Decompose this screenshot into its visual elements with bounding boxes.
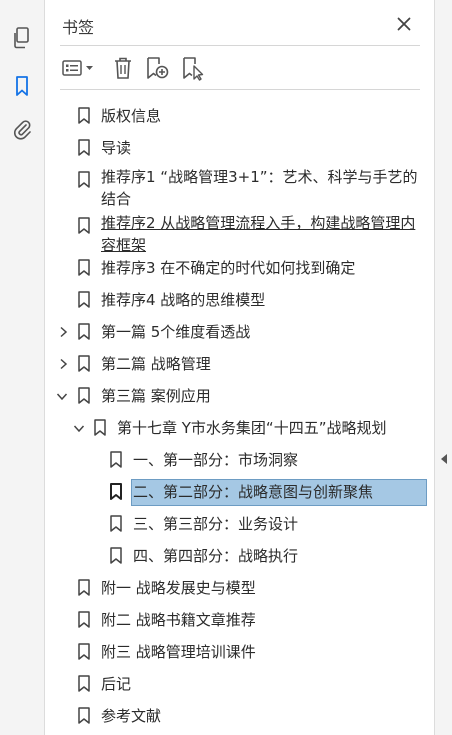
bookmark-item[interactable]: 第十七章 Y市水务集团“十四五”战略规划: [46, 412, 434, 444]
delete-bookmark-button[interactable]: [110, 54, 136, 82]
bookmark-item-icon: [94, 419, 106, 436]
bookmark-item[interactable]: 导读: [46, 132, 434, 164]
bookmark-item[interactable]: 附二 战略书籍文章推荐: [46, 604, 434, 636]
bookmark-item[interactable]: 三、第三部分：业务设计: [46, 508, 434, 540]
bookmark-item[interactable]: 推荐序4 战略的思维模型: [46, 284, 434, 316]
bookmark-item[interactable]: 后记: [46, 668, 434, 700]
bookmark-label: 导读: [101, 139, 132, 157]
close-button[interactable]: [392, 12, 416, 36]
bookmark-item-icon: [78, 387, 90, 404]
bookmark-select-icon: [183, 57, 204, 81]
bookmark-label: 二、第二部分：战略意图与创新聚焦: [131, 479, 427, 506]
panel-collapse-strip[interactable]: [434, 0, 452, 735]
bookmark-label: 一、第一部分：市场洞察: [133, 451, 299, 469]
bookmark-label: 参考文献: [101, 707, 162, 725]
bookmark-item-icon: [78, 611, 90, 628]
bookmark-label: 推荐序1 “战略管理3+1”：艺术、科学与手艺的结合: [101, 168, 418, 208]
bookmark-label: 附三 战略管理培训课件: [101, 643, 256, 661]
bookmark-label: 后记: [101, 675, 132, 693]
trash-icon: [115, 57, 131, 79]
bookmark-add-icon: [147, 57, 169, 79]
bookmark-item[interactable]: 推荐序3 在不确定的时代如何找到确定: [46, 252, 434, 284]
navigation-rail: [0, 0, 45, 735]
bookmark-item[interactable]: 版权信息: [46, 100, 434, 132]
bookmark-item[interactable]: 第三篇 案例应用: [46, 380, 434, 412]
bookmark-item-icon: [78, 139, 90, 156]
panel-title: 书签: [62, 18, 95, 37]
bookmark-item[interactable]: 附一 战略发展史与模型: [46, 572, 434, 604]
bookmarks-toolbar: [46, 50, 434, 86]
chevron-down-icon[interactable]: [55, 389, 69, 403]
collapse-left-icon[interactable]: [439, 452, 449, 466]
bookmark-label: 第二篇 战略管理: [101, 355, 211, 373]
bookmark-item[interactable]: 第一篇 5个维度看透战: [46, 316, 434, 348]
bookmark-item-selected[interactable]: 二、第二部分：战略意图与创新聚焦: [46, 476, 434, 508]
paperclip-icon[interactable]: [8, 116, 36, 144]
chevron-down-icon[interactable]: [72, 421, 86, 435]
bookmark-label: 附一 战略发展史与模型: [101, 579, 256, 597]
bookmark-item-icon: [78, 259, 90, 276]
bookmark-item[interactable]: 附三 战略管理培训课件: [46, 636, 434, 668]
bookmark-label: 版权信息: [101, 107, 162, 125]
bookmark-item-icon: [78, 323, 90, 340]
chevron-right-icon[interactable]: [56, 357, 70, 371]
bookmark-item-icon: [78, 291, 90, 308]
bookmark-item[interactable]: 第二篇 战略管理: [46, 348, 434, 380]
bookmark-item-icon: [78, 107, 90, 124]
bookmark-item[interactable]: 参考文献: [46, 700, 434, 732]
new-bookmark-from-selection-button[interactable]: [179, 54, 207, 82]
bookmark-item-icon: [78, 579, 90, 596]
bookmark-label: 附二 战略书籍文章推荐: [101, 611, 256, 629]
bookmark-label: 四、第四部分：战略执行: [133, 547, 299, 565]
chevron-right-icon[interactable]: [56, 325, 70, 339]
bookmark-item-icon: [110, 483, 122, 500]
close-icon: [397, 17, 411, 31]
bookmark-item-icon: [78, 675, 90, 692]
new-bookmark-button[interactable]: [143, 54, 171, 82]
options-menu-button[interactable]: [60, 54, 96, 82]
bookmark-item-icon: [110, 451, 122, 468]
bookmark-label: 第三篇 案例应用: [101, 387, 211, 405]
list-options-icon: [62, 60, 93, 76]
bookmark-item[interactable]: 推荐序1 “战略管理3+1”：艺术、科学与手艺的结合: [46, 164, 434, 210]
bookmark-item-icon: [110, 515, 122, 532]
bookmarks-panel: 书签 版权信息 导读 推荐序1 “战略管理3+1”：艺术、科学与手艺的结合 推荐…: [46, 0, 434, 735]
header-divider: [60, 45, 420, 46]
bookmark-label: 推荐序2 从战略管理流程入手，构建战略管理内容框架: [101, 214, 416, 254]
bookmark-label: 推荐序4 战略的思维模型: [101, 291, 266, 309]
bookmark-item-icon: [78, 217, 90, 234]
bookmark-item[interactable]: 一、第一部分：市场洞察: [46, 444, 434, 476]
bookmark-label: 第一篇 5个维度看透战: [101, 323, 251, 341]
pages-icon[interactable]: [8, 24, 36, 52]
bookmark-icon[interactable]: [8, 72, 36, 100]
toolbar-divider: [60, 89, 420, 90]
bookmark-item-icon: [78, 707, 90, 724]
bookmark-item-icon: [78, 355, 90, 372]
bookmark-item-icon: [110, 547, 122, 564]
bookmark-label: 三、第三部分：业务设计: [133, 515, 299, 533]
bookmark-item-icon: [78, 643, 90, 660]
bookmark-label: 第十七章 Y市水务集团“十四五”战略规划: [117, 419, 387, 437]
bookmark-item[interactable]: 推荐序2 从战略管理流程入手，构建战略管理内容框架: [46, 210, 434, 256]
bookmark-item-icon: [78, 171, 90, 188]
panel-header: 书签: [46, 0, 434, 46]
bookmark-label: 推荐序3 在不确定的时代如何找到确定: [101, 259, 356, 277]
bookmark-item[interactable]: 四、第四部分：战略执行: [46, 540, 434, 572]
